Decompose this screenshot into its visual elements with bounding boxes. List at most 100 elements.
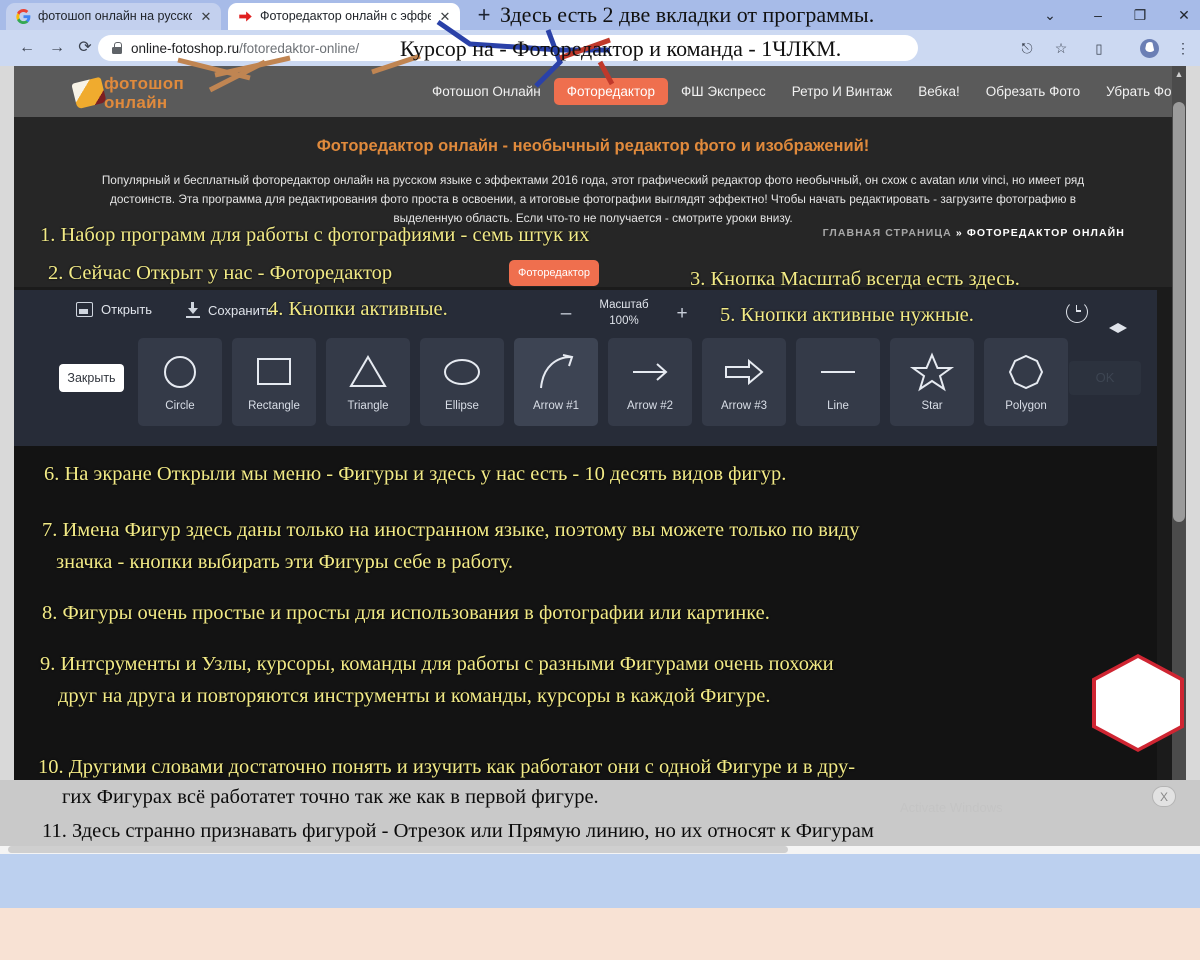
- breadcrumb-separator: »: [955, 227, 963, 239]
- forward-icon[interactable]: →: [46, 37, 68, 59]
- save-icon: [186, 302, 200, 318]
- triangle-icon: [345, 352, 391, 392]
- peach-background-area: [0, 908, 1200, 960]
- close-overlay-button[interactable]: X: [1152, 786, 1176, 807]
- logo-text: фотошоп онлайн: [104, 74, 185, 112]
- nav-item-fsh-express[interactable]: ФШ Экспресс: [668, 78, 779, 105]
- browser-tab-1-title: фотошоп онлайн на русском -: [38, 9, 192, 23]
- block-arrow-icon: [721, 352, 767, 392]
- annotation-11: 11. Здесь странно признавать фигурой - О…: [42, 820, 874, 842]
- annotation-2: 2. Сейчас Открыт у нас - Фоторедактор: [48, 262, 393, 284]
- curved-arrow-icon: [533, 352, 579, 392]
- annotation-3: 3. Кнопка Масштаб всегда есть здесь.: [690, 268, 1020, 290]
- open-image-icon: [76, 302, 93, 317]
- zoom-in-button[interactable]: +: [670, 302, 694, 326]
- site-header: фотошоп онлайн Фотошоп Онлайн Фоторедакт…: [14, 66, 1179, 117]
- paintbrush-icon: [71, 76, 107, 110]
- shape-label: Circle: [165, 400, 195, 412]
- close-icon[interactable]: ✕: [438, 3, 452, 30]
- star-icon[interactable]: ☆: [1050, 38, 1072, 60]
- shape-label: Arrow #2: [626, 400, 674, 412]
- nav-item-photoshop-online[interactable]: Фотошоп Онлайн: [419, 78, 554, 105]
- nav-item-crop-photo[interactable]: Обрезать Фото: [973, 78, 1093, 105]
- kebab-menu-icon[interactable]: ⋮: [1172, 38, 1194, 60]
- zoom-out-button[interactable]: –: [554, 302, 578, 326]
- annotation-top-2: Курсор на - Фоторедактор и команда - 1ЧЛ…: [400, 36, 842, 61]
- share-icon[interactable]: ⎋: [1016, 38, 1038, 60]
- window-close-button[interactable]: ✕: [1166, 0, 1200, 30]
- shape-label: Triangle: [347, 400, 389, 412]
- breadcrumb: ГЛАВНАЯ СТРАНИЦА » ФОТОРЕДАКТОР ОНЛАЙН: [823, 227, 1125, 239]
- circle-icon: [157, 352, 203, 392]
- shape-tool-arrow-2[interactable]: Arrow #2: [608, 338, 692, 426]
- reload-icon[interactable]: ⟳: [74, 37, 96, 59]
- zoom-title: Масштаб: [599, 299, 649, 311]
- shape-tool-line[interactable]: Line: [796, 338, 880, 426]
- window-maximize-button[interactable]: ❐: [1122, 0, 1158, 30]
- nav-item-webcam[interactable]: Вебка!: [905, 78, 973, 105]
- shape-tool-polygon[interactable]: Polygon: [984, 338, 1068, 426]
- rectangle-icon: [251, 352, 297, 392]
- zoom-label: Масштаб 100%: [582, 297, 666, 329]
- ok-button[interactable]: OK: [1069, 361, 1141, 395]
- horizontal-scrollbar[interactable]: [8, 846, 788, 853]
- line-icon: [815, 352, 861, 392]
- shape-label: Polygon: [1005, 400, 1047, 412]
- annotation-4: 4. Кнопки активные.: [268, 298, 448, 320]
- annotation-10b: гих Фигурах всё работатет точно так же к…: [62, 786, 599, 808]
- page-title: Фоторедактор онлайн - необычный редактор…: [316, 137, 870, 155]
- shape-tool-arrow-3[interactable]: Arrow #3: [702, 338, 786, 426]
- shape-label: Ellipse: [445, 400, 479, 412]
- close-icon[interactable]: ✕: [199, 3, 213, 30]
- shape-tool-circle[interactable]: Circle: [138, 338, 222, 426]
- shapes-toolbar: Закрыть Circle Rectangle Triangle Ellips…: [14, 335, 1157, 480]
- annotation-6: 6. На экране Открыли мы меню - Фигуры и …: [44, 463, 787, 485]
- open-button[interactable]: Открыть: [76, 302, 152, 317]
- shape-tool-star[interactable]: Star: [890, 338, 974, 426]
- profile-avatar[interactable]: [1140, 39, 1159, 58]
- history-icon[interactable]: [1066, 301, 1088, 323]
- google-icon: [16, 9, 31, 24]
- close-shapes-button[interactable]: Закрыть: [59, 364, 124, 392]
- window-minimize-button[interactable]: –: [1080, 0, 1116, 30]
- nav-item-retro-vintage[interactable]: Ретро И Винтаж: [779, 78, 905, 105]
- hero-description: Популярный и бесплатный фоторедактор онл…: [101, 173, 1085, 225]
- nav-item-photo-editor[interactable]: Фоторедактор: [553, 78, 668, 105]
- scroll-up-icon[interactable]: ▲: [1174, 69, 1184, 79]
- lock-icon: [112, 42, 122, 54]
- scroll-thumb[interactable]: [1173, 102, 1185, 522]
- site-nav: Фотошоп Онлайн Фоторедактор ФШ Экспресс …: [419, 66, 1186, 117]
- shape-tool-arrow-1[interactable]: Arrow #1: [514, 338, 598, 426]
- shape-tool-rectangle[interactable]: Rectangle: [232, 338, 316, 426]
- zoom-value: 100%: [609, 315, 639, 327]
- shape-label: Arrow #1: [532, 400, 580, 412]
- sidepanel-icon[interactable]: ▯: [1088, 38, 1110, 60]
- editor-toolbar: Открыть Сохранить – Масштаб 100% +: [14, 290, 1157, 335]
- shape-tool-ellipse[interactable]: Ellipse: [420, 338, 504, 426]
- star-icon: [909, 352, 955, 392]
- zoom-control: – Масштаб 100% +: [554, 296, 694, 332]
- open-button-label: Открыть: [101, 302, 153, 317]
- annotation-5: 5. Кнопки активные нужные.: [720, 304, 974, 326]
- shape-tool-triangle[interactable]: Triangle: [326, 338, 410, 426]
- shape-label: Rectangle: [248, 400, 300, 412]
- breadcrumb-home[interactable]: ГЛАВНАЯ СТРАНИЦА: [823, 227, 952, 239]
- page-right-gutter: [1186, 66, 1200, 846]
- back-icon[interactable]: ←: [16, 37, 38, 59]
- site-logo[interactable]: фотошоп онлайн: [71, 74, 214, 112]
- breadcrumb-current: ФОТОРЕДАКТОР ОНЛАЙН: [966, 227, 1125, 239]
- photo-editor-panel: Открыть Сохранить – Масштаб 100% + Закры…: [14, 290, 1157, 480]
- straight-arrow-icon: [627, 352, 673, 392]
- annotation-1: 1. Набор программ для работы с фотографи…: [40, 224, 590, 246]
- activate-windows-watermark: Activate Windows: [900, 800, 1003, 815]
- annotation-7b: значка - кнопки выбирать эти Фигуры себе…: [56, 551, 514, 573]
- browser-tab-2[interactable]: Фоторедактор онлайн с эффект ✕: [228, 3, 460, 30]
- save-button[interactable]: Сохранить: [186, 302, 273, 318]
- url-text: online-fotoshop.ru/fotoredaktor-online/: [131, 40, 360, 56]
- save-button-label: Сохранить: [208, 302, 273, 318]
- annotation-top-1: Здесь есть 2 две вкладки от программы.: [500, 2, 875, 27]
- window-chevron-button[interactable]: ⌄: [1032, 0, 1068, 30]
- browser-tab-1[interactable]: фотошоп онлайн на русском - ✕: [6, 3, 221, 30]
- polygon-icon: [1003, 352, 1049, 392]
- new-tab-button[interactable]: +: [470, 2, 498, 29]
